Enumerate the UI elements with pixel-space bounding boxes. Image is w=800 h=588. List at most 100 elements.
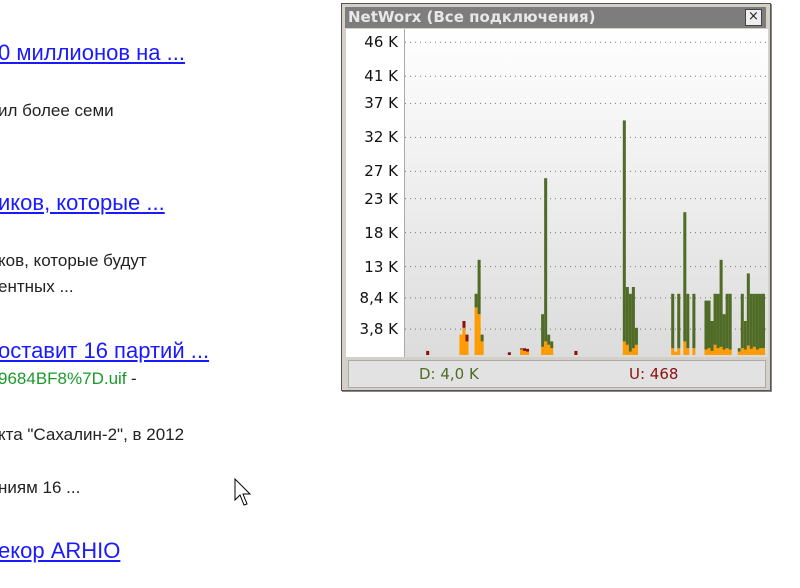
download-bar (758, 293, 762, 349)
overlap-bar (677, 348, 681, 355)
download-bar (716, 293, 720, 349)
download-bar (541, 314, 545, 347)
traffic-chart (404, 29, 768, 357)
result-url-line: 9684BF8%7D.uif - (0, 369, 137, 389)
overlap-bar (761, 348, 765, 355)
overlap-bar (465, 341, 469, 355)
upload-speed: U: 468 (629, 365, 679, 383)
mouse-cursor-icon (234, 478, 252, 506)
widget-title-bar[interactable]: NetWorx (Все подключения) × (345, 7, 766, 28)
networx-widget[interactable]: NetWorx (Все подключения) × 46 K 41 K 37 K 3… (341, 3, 771, 391)
overlap-bar (719, 346, 723, 355)
result-snippet: ниям 16 ... (0, 478, 81, 497)
download-bar (707, 300, 711, 349)
download-bar (634, 327, 638, 345)
result-url-suffix: - (130, 369, 137, 388)
overlap-bar (628, 351, 632, 355)
result-link-1[interactable]: 0 миллионов на ... (0, 40, 185, 66)
upload-bar (465, 334, 469, 342)
download-bar (628, 293, 632, 352)
download-bar (622, 120, 626, 342)
overlap-bar (547, 344, 551, 355)
download-bar (761, 293, 765, 349)
overlap-bar (683, 341, 687, 355)
download-bar (625, 287, 629, 345)
download-bar (692, 293, 696, 349)
result-link-2[interactable]: иков, которые ... (0, 190, 165, 216)
overlap-bar (622, 341, 626, 355)
upload-bar (426, 350, 430, 355)
overlap-bar (725, 348, 729, 355)
overlap-bar (477, 314, 481, 355)
overlap-bar (671, 348, 675, 355)
download-bar (631, 287, 635, 349)
overlap-bar (704, 349, 708, 355)
overlap-bar (674, 351, 678, 355)
download-bar (686, 293, 690, 349)
upload-bar (574, 350, 578, 355)
overlap-bar (686, 348, 690, 355)
result-link-3[interactable]: оставит 16 партий ... (0, 338, 209, 364)
overlap-bar (737, 351, 741, 355)
download-speed: D: 4,0 K (419, 365, 479, 383)
download-bar (740, 293, 744, 349)
upload-bar (526, 348, 530, 352)
upload-bar (507, 352, 511, 355)
overlap-bar (634, 344, 638, 355)
y-tick-label: 8,4 K (359, 288, 398, 307)
download-bar (544, 178, 548, 342)
overlap-bar (459, 334, 463, 355)
upload-bar (462, 321, 466, 328)
overlap-bar (752, 346, 756, 355)
result-snippet: ил более семи (0, 101, 114, 120)
result-link-4[interactable]: екор ARHIO (0, 538, 120, 564)
download-bar (743, 321, 747, 350)
overlap-bar (710, 350, 714, 355)
result-snippet: кта "Сахалин-2", в 2012 (0, 425, 185, 444)
download-bar (722, 314, 726, 350)
result-snippet: ентных ... (0, 277, 74, 296)
download-bar (728, 293, 732, 350)
result-snippet: ков, которые будут (0, 251, 147, 270)
result-url: 9684BF8%7D.uif (0, 369, 127, 388)
overlap-bar (550, 348, 554, 355)
download-bar (752, 293, 756, 347)
overlap-bar (722, 349, 726, 355)
y-tick-label: 32 K (364, 128, 398, 147)
download-bar (477, 259, 481, 315)
overlap-bar (743, 349, 747, 355)
overlap-bar (631, 348, 635, 355)
overlap-bar (713, 344, 717, 355)
overlap-bar (544, 341, 548, 355)
overlap-bar (541, 346, 545, 355)
y-tick-label: 46 K (364, 33, 398, 52)
upload-bar (522, 348, 526, 351)
download-bar (550, 341, 554, 349)
overlap-bar (625, 344, 629, 355)
overlap-bar (707, 348, 711, 355)
close-button[interactable]: × (745, 9, 762, 26)
y-tick-label: 27 K (364, 162, 398, 181)
overlap-bar (755, 349, 759, 355)
y-tick-label: 13 K (364, 257, 398, 276)
download-bar (755, 293, 759, 350)
overlap-bar (480, 341, 484, 355)
download-bar (713, 293, 717, 345)
download-bar (749, 293, 753, 349)
overlap-bar (716, 348, 720, 355)
overlap-bar (474, 307, 478, 355)
download-bar (704, 300, 708, 350)
download-bar (746, 273, 750, 346)
y-tick-label: 37 K (364, 94, 398, 113)
download-bar (474, 293, 478, 308)
download-bar (519, 348, 523, 350)
overlap-bar (519, 349, 523, 355)
download-bar (677, 293, 681, 349)
download-bar (671, 293, 675, 349)
download-bar (710, 321, 714, 351)
download-bar (683, 212, 687, 342)
y-tick-label: 41 K (364, 67, 398, 86)
widget-title: NetWorx (Все подключения) (348, 8, 596, 26)
y-axis: 46 K 41 K 37 K 32 K 27 K 23 K 18 K 13 K 8,4 K 3,8… (346, 29, 404, 357)
overlap-bar (746, 345, 750, 355)
